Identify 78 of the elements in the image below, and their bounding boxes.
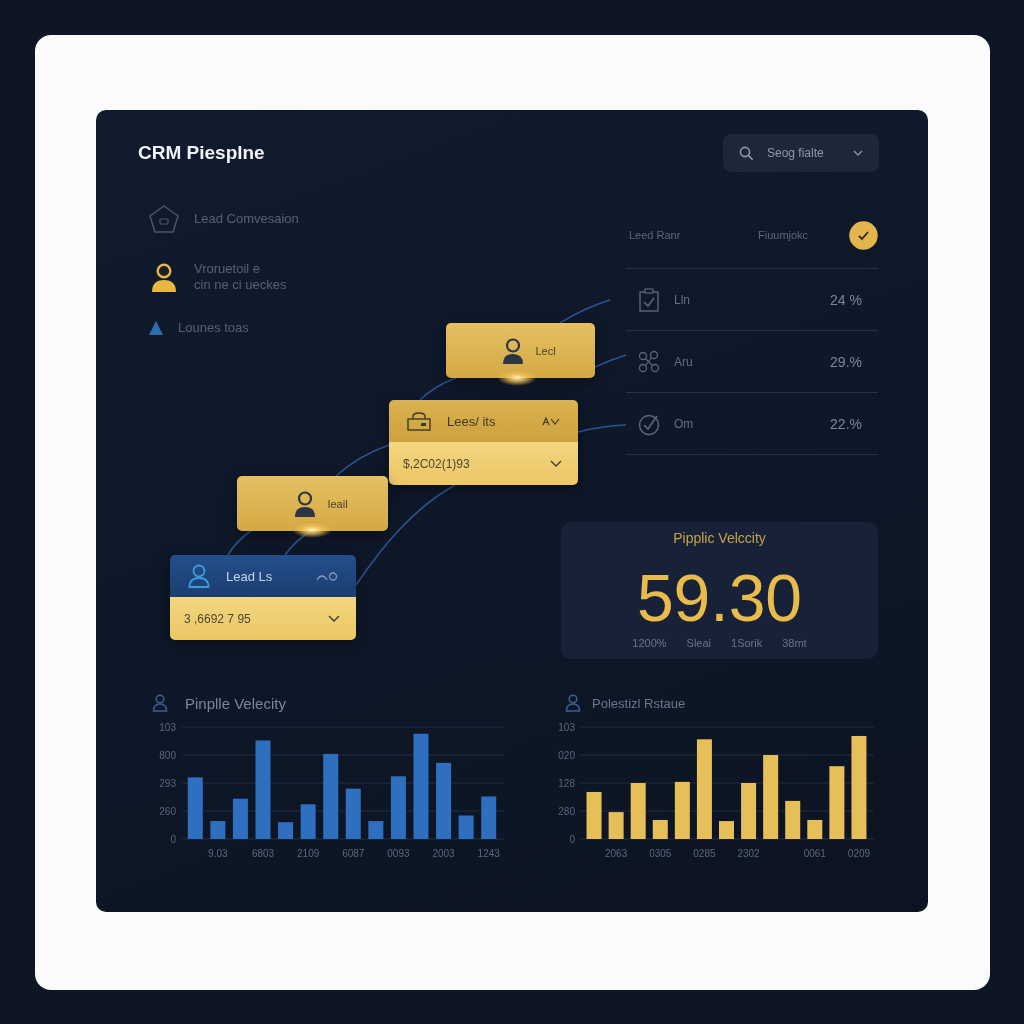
tick-label: 0061 [803,848,826,859]
tick-label: 260 [159,805,176,817]
window-title: CRM Piesplne [138,142,265,164]
tick-label: 020 [558,749,575,761]
tick-label: 9.03 [208,848,228,859]
letter-chevron-icon [542,416,560,426]
search-icon [739,146,753,160]
tick-label: 0285 [693,848,716,859]
filter-dropdown[interactable]: Seog fialte [723,134,879,172]
stat-label: 1Sorik [731,636,763,650]
person-icon [501,337,526,364]
sidebar-item[interactable]: Vroruetoil e cin ne ci ueckes [148,261,287,293]
tick-label: 2109 [297,848,320,859]
tick-label: 0 [569,833,575,845]
tick-label: 128 [558,777,575,789]
nodes-icon [638,349,660,374]
chevron-icon[interactable] [550,460,562,467]
stat-label: Sleai [686,636,712,650]
connector-line [559,299,611,324]
row-label: Om [674,416,695,431]
lead-card[interactable]: Lees/ its $,2C02(1)93 [389,400,578,485]
tick-label: 293 [159,777,176,789]
tick-label: 6087 [342,848,365,859]
clipboard-check-icon [638,287,660,312]
card-label: Lecl [535,344,556,357]
person-icon [188,564,210,588]
connector-line [419,377,457,401]
card-label: Lead Ls [226,568,274,584]
card-label: Lees/ its [447,413,497,429]
tick-label: 2003 [432,848,455,859]
triangle-icon [148,320,164,336]
tick-label: 2302 [737,848,760,859]
connector-line [284,529,313,556]
row-label: Lln [674,292,691,307]
arc-icon [316,571,338,581]
tick-label: 1243 [477,848,500,859]
person-icon [152,694,168,712]
tick-label: 0 [170,833,176,845]
chevron-icon[interactable] [328,615,340,622]
connector-line [335,444,390,477]
chart-title: Pinplle Velecity [185,694,286,712]
sidebar-item[interactable]: Lead Comvesaion [148,204,299,234]
row-value: 24 % [830,291,862,308]
pentagon-icon [148,204,180,234]
card-amount: $,2C02(1)93 [403,456,470,471]
tick-label: 280 [558,805,575,817]
tick-label: 2063 [605,848,628,859]
velocity-value: 59.30 [636,565,803,631]
tick-label: 800 [159,749,176,761]
tick-label: 0093 [387,848,410,859]
card-amount: 3 ,6692 7 95 [184,611,251,626]
panel-title: Pipplic Velccity [673,530,766,546]
connector-line [227,529,253,556]
column-header: Fiuumjokc [758,228,810,243]
tick-label: 0305 [649,848,672,859]
tick-label: 6803 [251,848,275,859]
lead-card[interactable]: Ieail [237,476,388,531]
sidebar-item[interactable]: Lounes toas [148,320,249,336]
chart-title: Polestizl Rstaue [592,695,686,711]
row-label: Aru [674,354,694,369]
stat-label: 1200% [632,636,667,650]
card-label: Ieail [327,497,348,510]
lead-card[interactable]: Lecl [446,323,595,378]
column-header: Leed Ranr [628,228,682,243]
connector-line [594,354,627,368]
row-value: 22.% [830,415,862,432]
briefcase-icon [407,411,431,431]
lead-card[interactable]: Lead Ls 3 ,6692 7 95 [170,555,356,640]
tick-label: 103 [558,721,575,733]
person-icon [293,490,318,517]
person-icon [565,694,581,712]
connector-line [577,424,627,433]
stat-label: 38mt [782,636,807,650]
check-circle-icon[interactable] [849,221,878,250]
chevron-icon [853,150,863,156]
row-value: 29.% [830,353,862,370]
tick-label: 0209 [847,848,871,859]
tick-label: 103 [159,721,176,733]
